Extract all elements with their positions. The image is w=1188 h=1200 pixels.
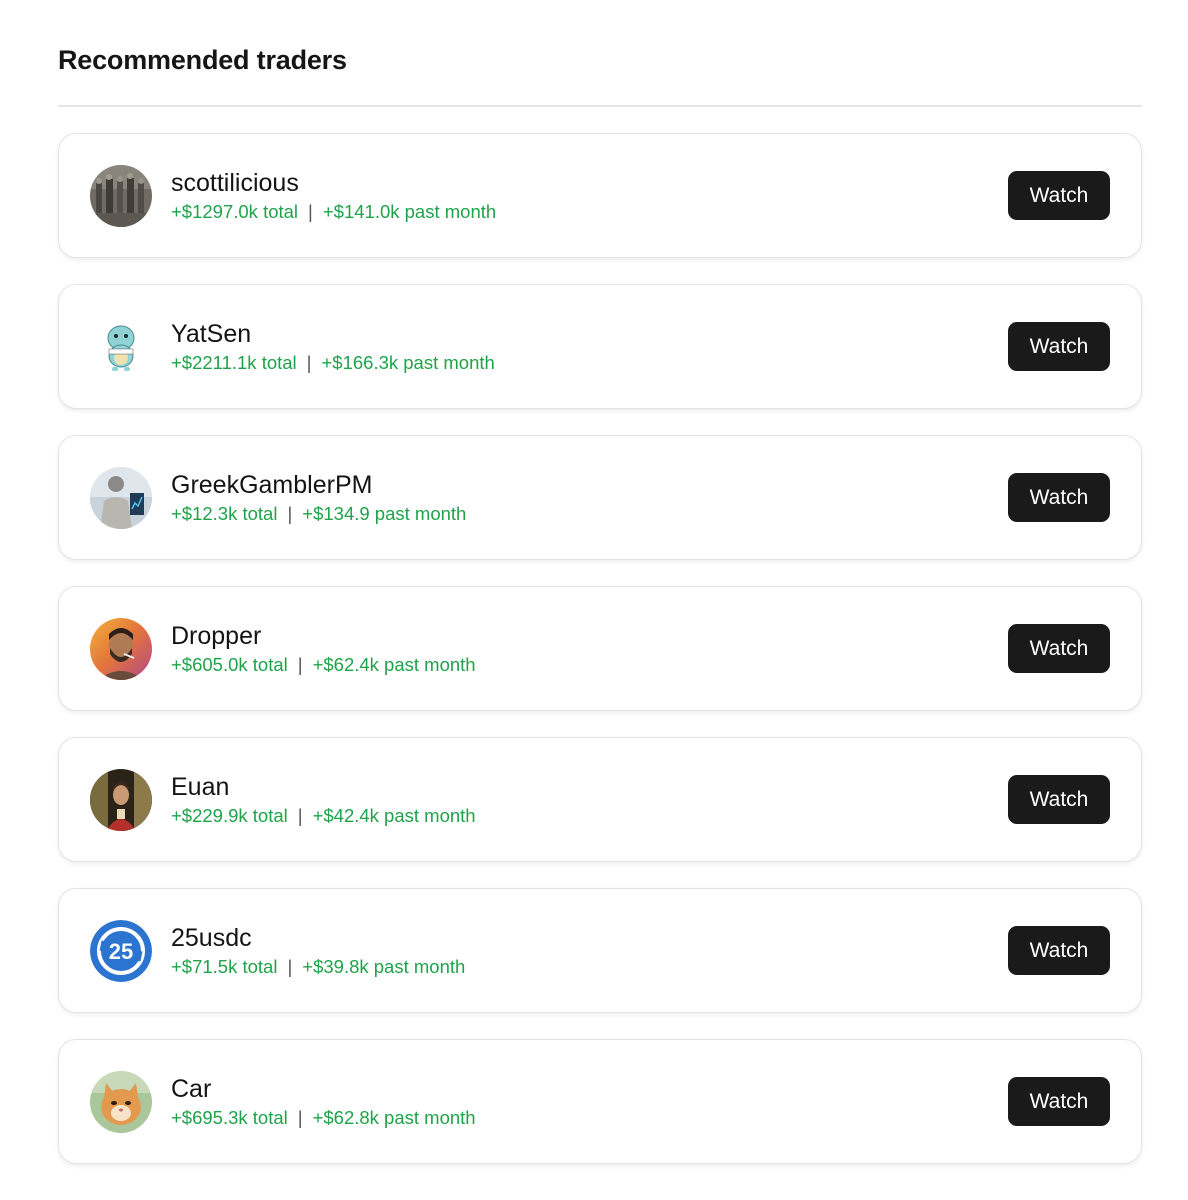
trader-card[interactable]: Car +$695.3k total | +$62.8k past month Wa…	[58, 1039, 1142, 1164]
stats-separator: |	[297, 1107, 303, 1128]
watch-button[interactable]: Watch	[1008, 473, 1110, 522]
trader-name[interactable]: Car	[171, 1074, 476, 1104]
stats-separator: |	[297, 654, 303, 675]
trader-stats: +$695.3k total | +$62.8k past month	[171, 1107, 476, 1129]
crowd-photo-avatar[interactable]	[90, 165, 152, 227]
portrait-avatar[interactable]	[90, 769, 152, 831]
monthly-profit: +$166.3k past month	[321, 352, 495, 373]
trader-info: Dropper +$605.0k total | +$62.4k past mont…	[171, 621, 476, 676]
trader-card[interactable]: GreekGamblerPM +$12.3k total | +$134.9 pas…	[58, 435, 1142, 560]
trader-info: Car +$695.3k total | +$62.8k past month	[171, 1074, 476, 1129]
trader-name[interactable]: scottilicious	[171, 168, 496, 198]
total-profit: +$12.3k total	[171, 503, 278, 524]
total-profit: +$229.9k total	[171, 805, 288, 826]
monthly-profit: +$39.8k past month	[302, 956, 466, 977]
trader-stats: +$71.5k total | +$39.8k past month	[171, 956, 465, 978]
trader-name[interactable]: Dropper	[171, 621, 476, 651]
trader-info: Euan +$229.9k total | +$42.4k past month	[171, 772, 476, 827]
stats-separator: |	[297, 805, 303, 826]
trader-info: YatSen +$2211.1k total | +$166.3k past mon…	[171, 319, 495, 374]
stats-separator: |	[308, 201, 313, 222]
trader-stats: +$2211.1k total | +$166.3k past month	[171, 352, 495, 374]
trader-info: scottilicious +$1297.0k total | +$141.0k p…	[171, 168, 496, 223]
watch-button[interactable]: Watch	[1008, 624, 1110, 673]
statue-avatar[interactable]	[90, 467, 152, 529]
watch-button[interactable]: Watch	[1008, 926, 1110, 975]
watch-button[interactable]: Watch	[1008, 171, 1110, 220]
trader-stats: +$1297.0k total | +$141.0k past month	[171, 201, 496, 223]
recommended-traders-panel: Recommended traders scottilicious +$1297…	[58, 0, 1142, 1164]
cat-avatar[interactable]	[90, 1071, 152, 1133]
page-title: Recommended traders	[58, 45, 347, 75]
monthly-profit: +$42.4k past month	[312, 805, 476, 826]
stats-separator: |	[287, 956, 293, 977]
divider	[58, 105, 1142, 107]
trader-stats: +$12.3k total | +$134.9 past month	[171, 503, 466, 525]
stats-separator: |	[287, 503, 293, 524]
trader-info: GreekGamblerPM +$12.3k total | +$134.9 pas…	[171, 470, 466, 525]
monthly-profit: +$62.4k past month	[312, 654, 476, 675]
monthly-profit: +$62.8k past month	[312, 1107, 476, 1128]
trader-card[interactable]: scottilicious +$1297.0k total | +$141.0k p…	[58, 133, 1142, 258]
trader-stats: +$229.9k total | +$42.4k past month	[171, 805, 476, 827]
monthly-profit: +$141.0k past month	[322, 201, 497, 222]
trader-card[interactable]: Euan +$229.9k total | +$42.4k past month W…	[58, 737, 1142, 862]
trader-name[interactable]: YatSen	[171, 319, 495, 349]
total-profit: +$1297.0k total	[171, 201, 299, 222]
bearded-man-avatar[interactable]	[90, 618, 152, 680]
watch-button[interactable]: Watch	[1008, 322, 1110, 371]
trader-list: scottilicious +$1297.0k total | +$141.0k p…	[58, 133, 1142, 1190]
monthly-profit: +$134.9 past month	[302, 503, 467, 524]
total-profit: +$605.0k total	[171, 654, 288, 675]
trader-card[interactable]: YatSen +$2211.1k total | +$166.3k past mon…	[58, 284, 1142, 409]
total-profit: +$2211.1k total	[171, 352, 297, 373]
trader-info: 25usdc +$71.5k total | +$39.8k past month	[171, 923, 465, 978]
total-profit: +$71.5k total	[171, 956, 278, 977]
stats-separator: |	[306, 352, 312, 373]
squirtle-avatar[interactable]	[90, 316, 152, 378]
watch-button[interactable]: Watch	[1008, 1077, 1110, 1126]
total-profit: +$695.3k total	[171, 1107, 288, 1128]
trader-card[interactable]: 25 25usdc +$71.5k total | +$39.8k past mon…	[58, 888, 1142, 1013]
trader-card[interactable]: Dropper +$605.0k total | +$62.4k past mont…	[58, 586, 1142, 711]
blue-25-badge-avatar[interactable]: 25	[90, 920, 152, 982]
trader-name[interactable]: GreekGamblerPM	[171, 470, 466, 500]
trader-stats: +$605.0k total | +$62.4k past month	[171, 654, 476, 676]
watch-button[interactable]: Watch	[1008, 775, 1110, 824]
trader-name[interactable]: 25usdc	[171, 923, 465, 953]
svg-text:25: 25	[109, 939, 133, 964]
trader-name[interactable]: Euan	[171, 772, 476, 802]
